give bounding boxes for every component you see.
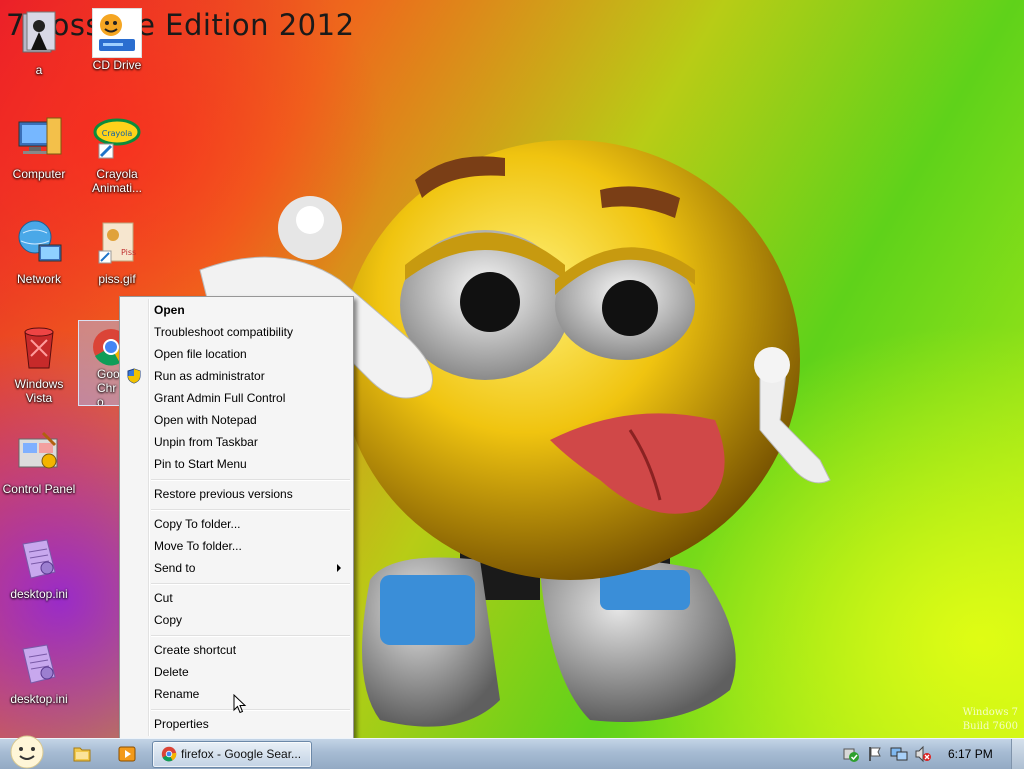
menu-gutter [148, 299, 150, 736]
ini-file-icon [22, 539, 56, 579]
watermark-line2: Build 7600 [962, 721, 1018, 732]
menu-item-troubleshoot-compatibility[interactable]: Troubleshoot compatibility [154, 321, 349, 343]
desktop-icon-label: Windows Vista [14, 377, 64, 405]
menu-item-grant-admin-full-control[interactable]: Grant Admin Full Control [154, 387, 349, 409]
folder-icon [73, 747, 91, 762]
desktop[interactable]: 7 Possible Edition 2012 Windows 7 Build … [0, 0, 1024, 738]
desktop-icon-desktop-ini-2[interactable]: desktop.ini [2, 637, 76, 706]
book-figure-icon [22, 11, 56, 53]
taskbar-media-player-button[interactable] [109, 742, 145, 766]
start-button-smiley-icon[interactable] [8, 735, 46, 769]
desktop-icon-cd-drive[interactable]: CD Drive [80, 8, 154, 72]
ini-file-icon [22, 644, 56, 684]
desktop-icon-label: piss.gif [98, 272, 136, 286]
menu-item-copy[interactable]: Copy [154, 609, 349, 631]
volume-muted-icon[interactable] [914, 745, 932, 763]
menu-item-label: Send to [154, 561, 196, 575]
menu-separator [151, 509, 350, 511]
control-panel-icon [18, 431, 58, 469]
action-center-flag-icon[interactable] [866, 745, 884, 763]
desktop-icon-control-panel[interactable]: Control Panel [2, 427, 76, 496]
submenu-arrow-icon [337, 564, 341, 572]
chrome-icon [93, 329, 121, 366]
menu-item-properties[interactable]: Properties [154, 713, 349, 735]
network-icon[interactable] [890, 745, 908, 763]
desktop-icon-piss-gif[interactable]: Piss piss.gif [80, 217, 154, 286]
taskbar-window-firefox[interactable]: firefox - Google Sear... [152, 741, 312, 768]
menu-item-pin-to-start-menu[interactable]: Pin to Start Menu [154, 453, 349, 475]
desktop-icon-windows-vista[interactable]: Windows Vista [2, 322, 76, 405]
menu-separator [151, 709, 350, 711]
menu-item-open-file-location[interactable]: Open file location [154, 343, 349, 365]
desktop-icon-label: Control Panel [2, 482, 76, 496]
media-player-icon [118, 746, 136, 762]
svg-text:Crayola: Crayola [102, 129, 133, 138]
desktop-icon-computer[interactable]: Computer [2, 112, 76, 181]
menu-item-send-to[interactable]: Send to [154, 557, 349, 579]
desktop-icon-label: Crayola Animati... [91, 167, 142, 195]
desktop-icon-label: a [35, 63, 43, 77]
menu-item-move-to-folder[interactable]: Move To folder... [154, 535, 349, 557]
taskbar-clock[interactable]: 6:17 PM [948, 747, 993, 761]
menu-separator [151, 635, 350, 637]
desktop-icon-label: CD Drive [92, 58, 142, 72]
desktop-icon-crayola[interactable]: Crayola Crayola Animati... [80, 112, 154, 195]
desktop-icon-label: Network [16, 272, 61, 286]
menu-item-delete[interactable]: Delete [154, 661, 349, 683]
desktop-icon-label: desktop.ini [10, 587, 68, 601]
windows-watermark: Windows 7 Build 7600 [963, 706, 1018, 734]
taskbar-window-title: firefox - Google Sear... [181, 747, 302, 761]
desktop-icon-label: Computer [12, 167, 66, 181]
cd-drive-icon [92, 8, 142, 58]
menu-separator [151, 583, 350, 585]
svg-text:Piss: Piss [121, 248, 136, 257]
desktop-icon-network[interactable]: Network [2, 217, 76, 286]
gif-image-icon: Piss [98, 222, 136, 264]
desktop-icon-label: Goo Chro [97, 367, 120, 406]
desktop-icon-a[interactable]: a [2, 8, 76, 77]
security-check-icon[interactable] [842, 745, 860, 763]
computer-icon [18, 117, 62, 155]
menu-item-rename[interactable]: Rename [154, 683, 349, 705]
menu-item-create-shortcut[interactable]: Create shortcut [154, 639, 349, 661]
menu-item-unpin-from-taskbar[interactable]: Unpin from Taskbar [154, 431, 349, 453]
menu-item-restore-previous-versions[interactable]: Restore previous versions [154, 483, 349, 505]
menu-item-open[interactable]: Open [154, 299, 349, 321]
recycle-bin-icon [24, 327, 54, 369]
taskbar: firefox - Google Sear... 6:17 PM [0, 735, 1024, 769]
desktop-icon-label: desktop.ini [10, 692, 68, 706]
watermark-line1: Windows 7 [962, 707, 1018, 718]
system-tray [838, 743, 938, 765]
menu-separator [151, 479, 350, 481]
context-menu: Open Troubleshoot compatibility Open fil… [119, 296, 354, 738]
crayola-icon: Crayola [93, 118, 141, 159]
uac-shield-icon [127, 368, 141, 384]
taskbar-explorer-button[interactable] [64, 742, 100, 766]
menu-item-run-as-administrator[interactable]: Run as administrator [154, 365, 349, 387]
menu-item-open-with-notepad[interactable]: Open with Notepad [154, 409, 349, 431]
chrome-icon [161, 746, 177, 762]
show-desktop-button[interactable] [1011, 739, 1024, 769]
desktop-icon-desktop-ini[interactable]: desktop.ini [2, 532, 76, 601]
mouse-cursor-icon [233, 694, 247, 714]
desktop-icon-google-chrome[interactable]: Goo Chro [78, 320, 122, 406]
menu-item-copy-to-folder[interactable]: Copy To folder... [154, 513, 349, 535]
network-globe-icon [18, 220, 62, 262]
menu-item-cut[interactable]: Cut [154, 587, 349, 609]
